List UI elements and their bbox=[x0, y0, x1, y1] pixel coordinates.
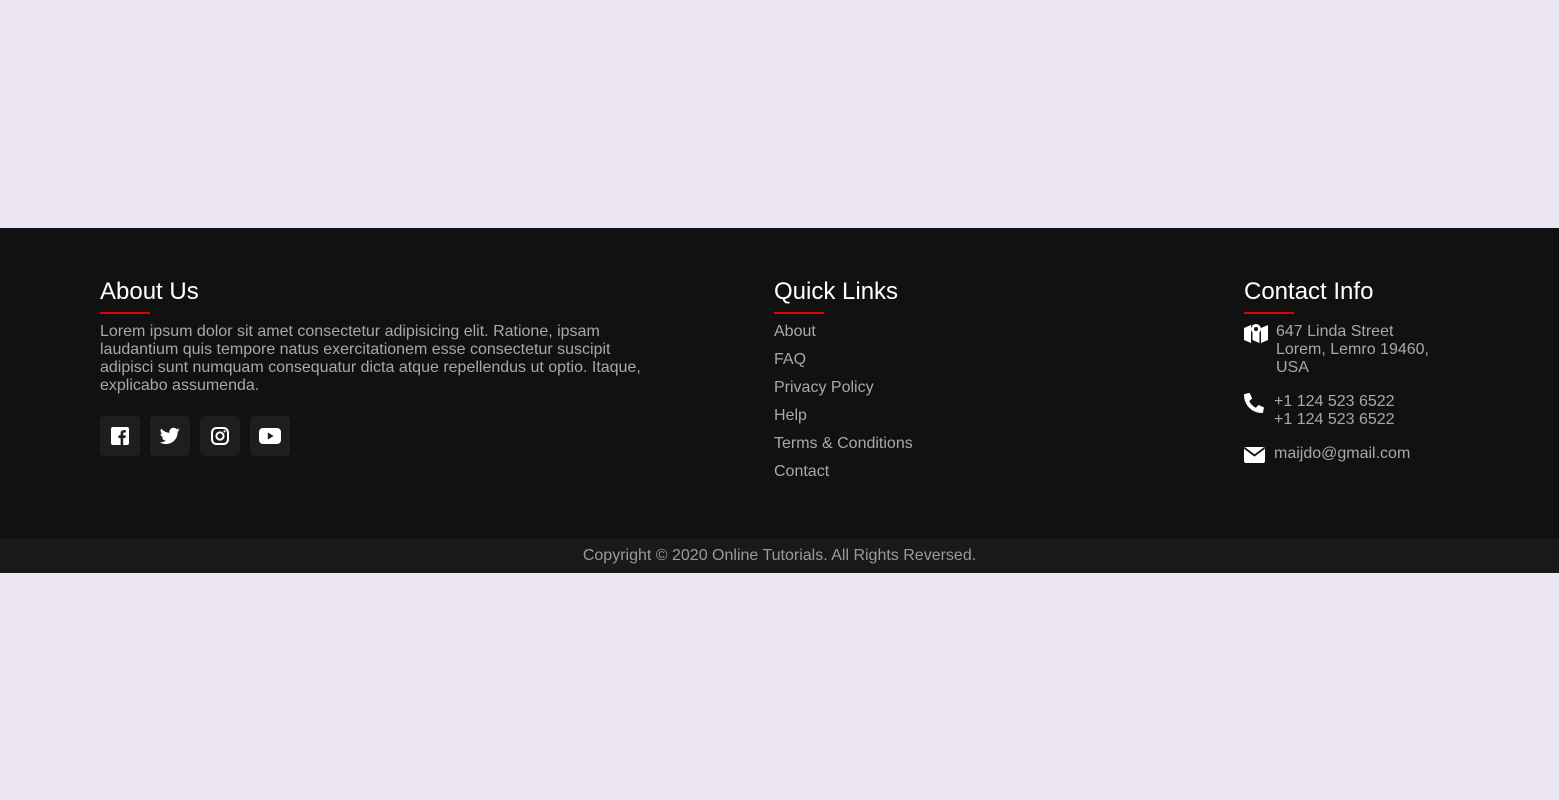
phone-icon bbox=[1244, 393, 1266, 413]
contact-section: Contact Info 647 Linda Street Lorem, Lem… bbox=[1244, 278, 1504, 481]
instagram-icon bbox=[211, 427, 229, 445]
youtube-icon bbox=[259, 428, 281, 444]
about-heading: About Us bbox=[100, 278, 660, 314]
contact-email: maijdo@gmail.com bbox=[1244, 445, 1504, 465]
list-item: FAQ bbox=[774, 351, 1074, 379]
address-line-2: Lorem, Lemro 19460, bbox=[1276, 341, 1429, 358]
contact-heading: Contact Info bbox=[1244, 278, 1504, 314]
list-item: Contact bbox=[774, 463, 1074, 491]
list-item: Terms & Conditions bbox=[774, 435, 1074, 463]
contact-list: 647 Linda Street Lorem, Lemro 19460, USA… bbox=[1244, 323, 1504, 465]
about-heading-text: About Us bbox=[100, 278, 199, 305]
heading-underline bbox=[774, 312, 824, 314]
contact-phone: +1 124 523 6522 +1 124 523 6522 bbox=[1244, 393, 1504, 429]
instagram-button[interactable] bbox=[200, 416, 240, 456]
quick-links-heading: Quick Links bbox=[774, 278, 1074, 314]
copyright-text: Copyright © 2020 Online Tutorials. All R… bbox=[582, 547, 977, 564]
link-about[interactable]: About bbox=[774, 323, 816, 340]
social-links bbox=[100, 416, 660, 456]
quick-links-list: About FAQ Privacy Policy Help Terms & Co… bbox=[774, 323, 1074, 491]
link-help[interactable]: Help bbox=[774, 407, 807, 424]
contact-address: 647 Linda Street Lorem, Lemro 19460, USA bbox=[1244, 323, 1504, 377]
list-item: Privacy Policy bbox=[774, 379, 1074, 407]
phone-line-2: +1 124 523 6522 bbox=[1274, 411, 1395, 428]
quick-links-heading-text: Quick Links bbox=[774, 278, 899, 305]
map-icon bbox=[1244, 323, 1268, 343]
heading-underline bbox=[100, 312, 150, 314]
link-contact[interactable]: Contact bbox=[774, 463, 829, 480]
about-section: About Us Lorem ipsum dolor sit amet cons… bbox=[100, 278, 660, 456]
page-background bbox=[0, 0, 1559, 228]
link-privacy-policy[interactable]: Privacy Policy bbox=[774, 379, 874, 396]
list-item: About bbox=[774, 323, 1074, 351]
quick-links-section: Quick Links About FAQ Privacy Policy Hel… bbox=[774, 278, 1074, 491]
envelope-icon bbox=[1244, 445, 1266, 465]
email-text: maijdo@gmail.com bbox=[1274, 445, 1410, 463]
twitter-button[interactable] bbox=[150, 416, 190, 456]
link-faq[interactable]: FAQ bbox=[774, 351, 806, 368]
email-value: maijdo@gmail.com bbox=[1274, 445, 1411, 462]
site-footer: About Us Lorem ipsum dolor sit amet cons… bbox=[0, 228, 1559, 539]
twitter-icon bbox=[160, 427, 180, 444]
youtube-button[interactable] bbox=[250, 416, 290, 456]
link-terms-conditions[interactable]: Terms & Conditions bbox=[774, 435, 913, 452]
phone-line-1: +1 124 523 6522 bbox=[1274, 393, 1395, 410]
facebook-icon bbox=[111, 427, 129, 445]
phone-text: +1 124 523 6522 +1 124 523 6522 bbox=[1274, 393, 1395, 429]
heading-underline bbox=[1244, 312, 1294, 314]
address-line-1: 647 Linda Street bbox=[1276, 323, 1394, 340]
contact-heading-text: Contact Info bbox=[1244, 278, 1374, 305]
address-text: 647 Linda Street Lorem, Lemro 19460, USA bbox=[1276, 323, 1429, 377]
address-line-3: USA bbox=[1276, 359, 1309, 376]
copyright-bar: Copyright © 2020 Online Tutorials. All R… bbox=[0, 539, 1559, 573]
list-item: Help bbox=[774, 407, 1074, 435]
about-text: Lorem ipsum dolor sit amet consectetur a… bbox=[100, 323, 641, 394]
facebook-button[interactable] bbox=[100, 416, 140, 456]
